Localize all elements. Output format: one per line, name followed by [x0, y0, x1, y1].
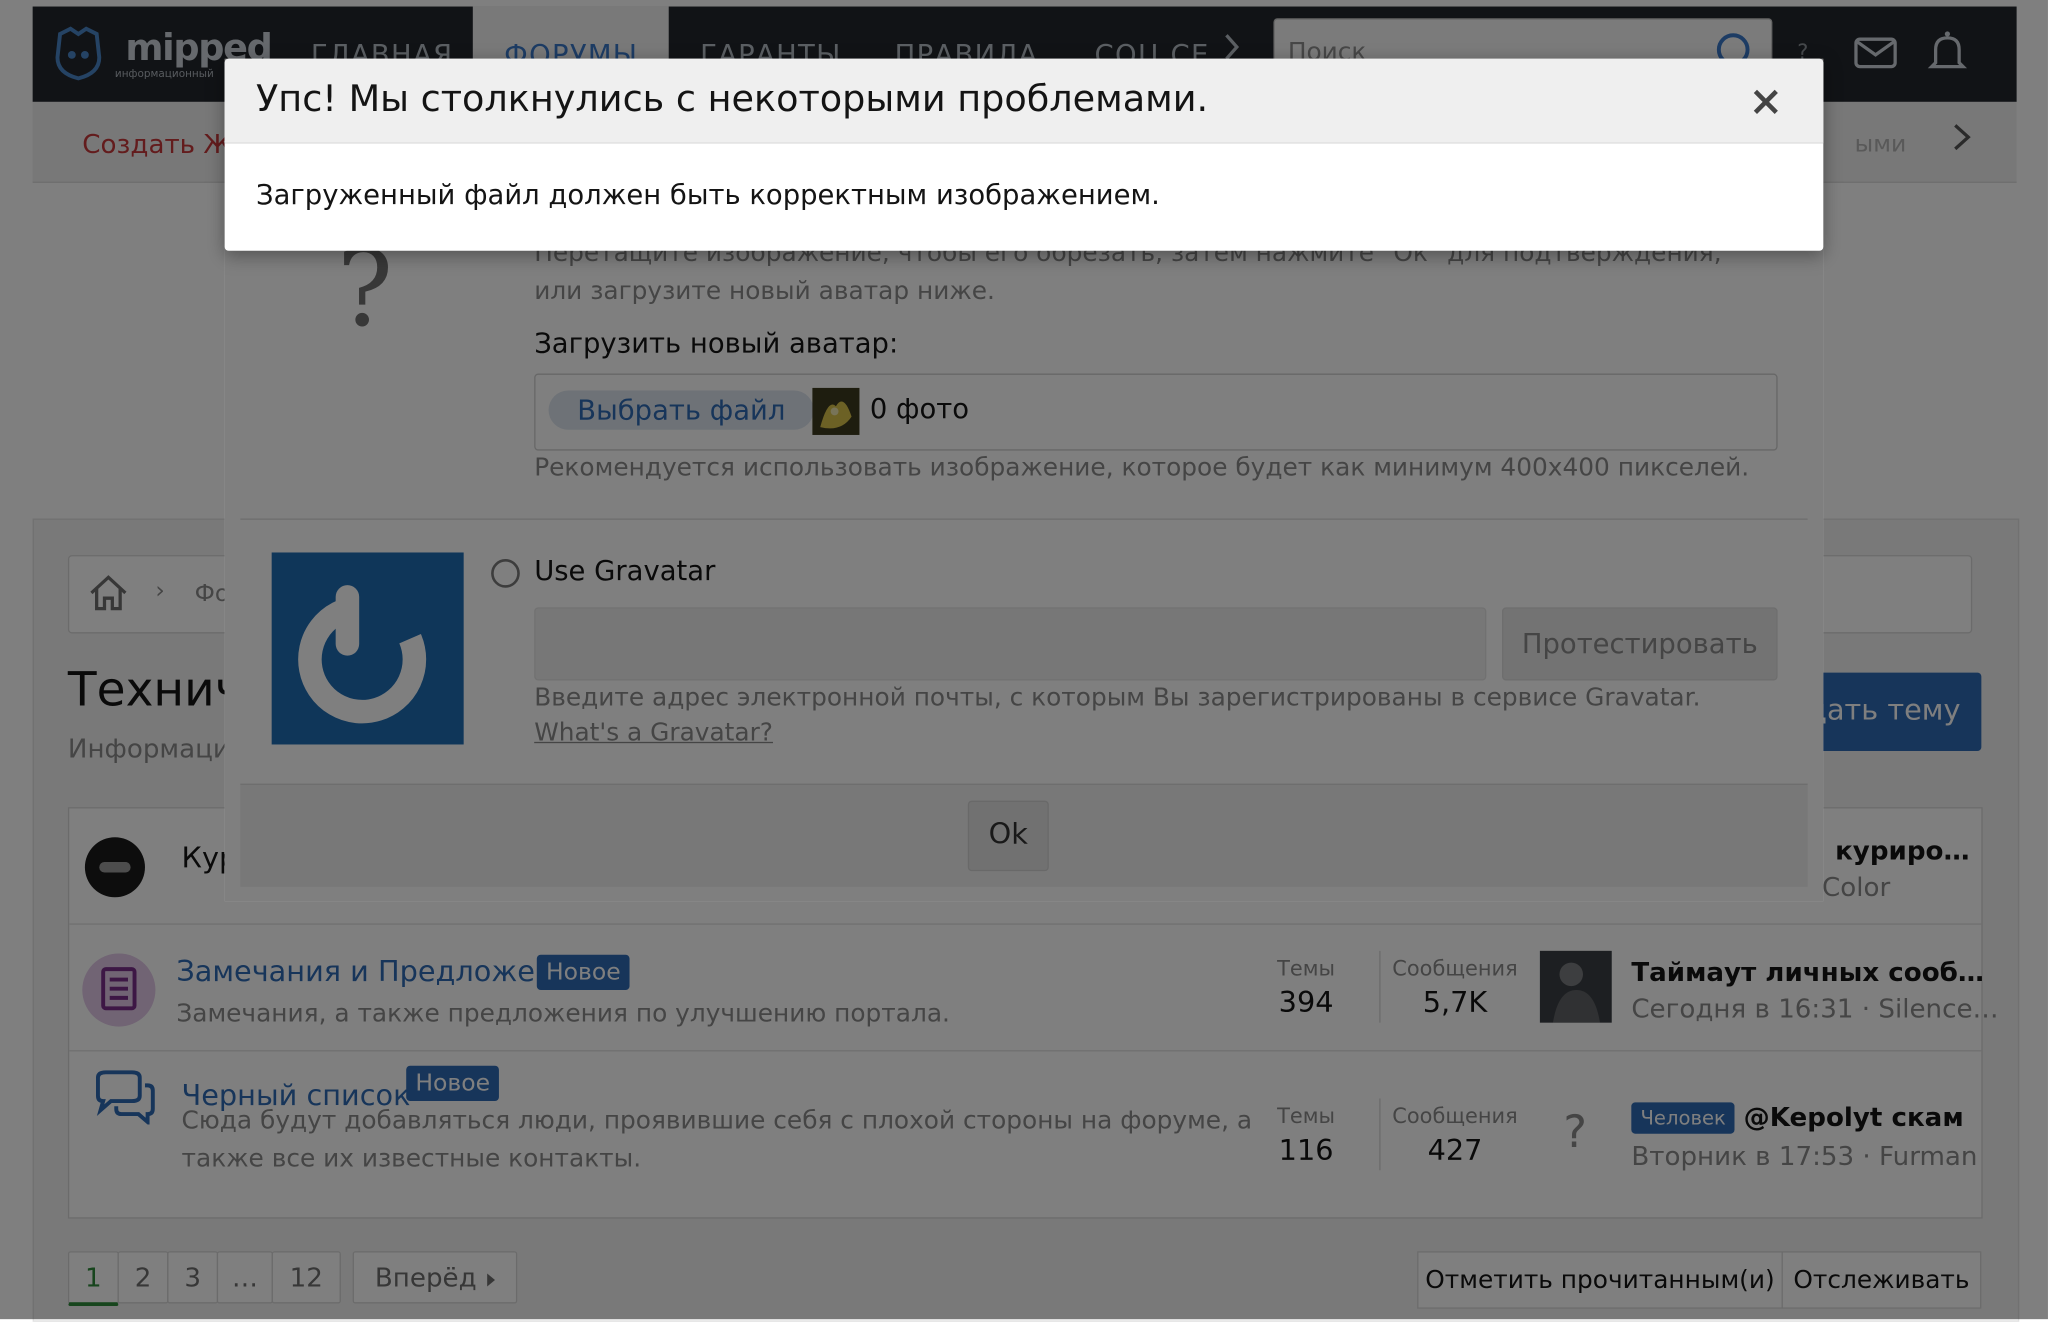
close-icon[interactable] [1746, 82, 1785, 121]
error-dialog-header: Упс! Мы столкнулись с некоторыми проблем… [224, 58, 1824, 144]
error-dialog: Упс! Мы столкнулись с некоторыми проблем… [224, 58, 1824, 251]
error-title: Упс! Мы столкнулись с некоторыми проблем… [255, 77, 1209, 121]
error-message: Загруженный файл должен быть корректным … [255, 178, 1160, 211]
viewport: mipped информационный ГЛАВНАЯ ФОРУМЫ ГАР… [0, 0, 2048, 1322]
forum-page: mipped информационный ГЛАВНАЯ ФОРУМЫ ГАР… [0, 0, 2048, 1322]
